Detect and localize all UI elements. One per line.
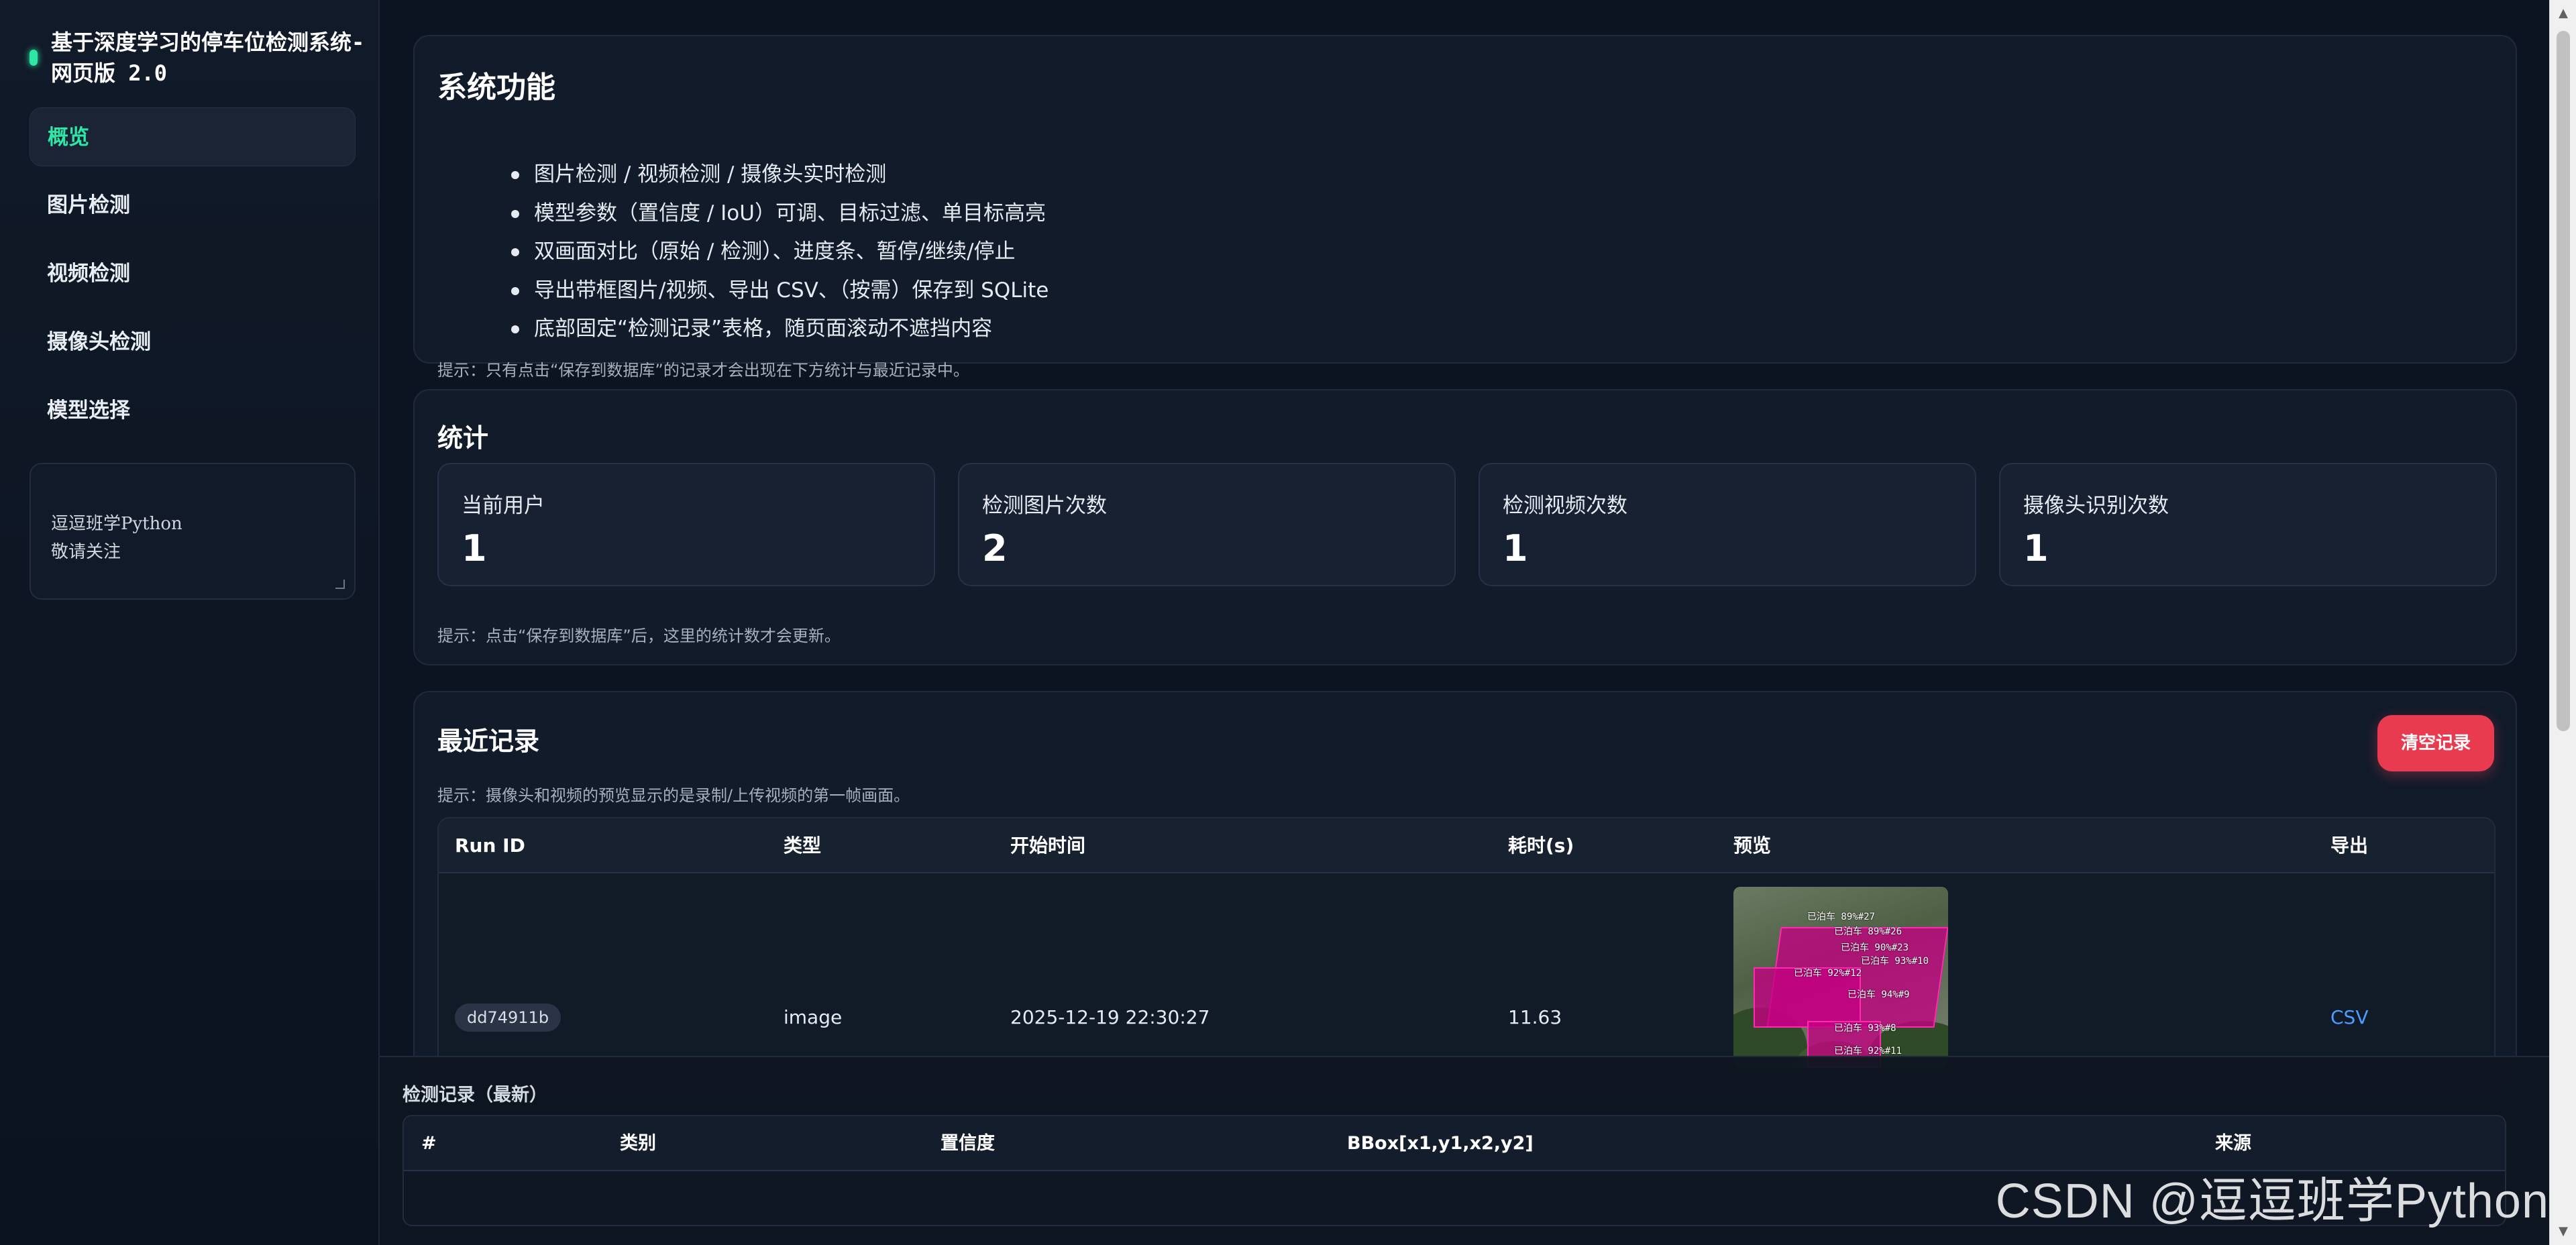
col-start-time[interactable]: 开始时间: [1010, 818, 1085, 873]
recent-hint: 提示：摄像头和视频的预览显示的是录制/上传视频的第一帧画面。: [437, 786, 910, 805]
preview-label: 已泊车 93%#10: [1861, 956, 1929, 967]
col-type[interactable]: 类型: [784, 818, 821, 873]
preview-label: 已泊车 89%#26: [1834, 926, 1902, 937]
stat-label: 摄像头识别次数: [2023, 494, 2169, 518]
page-scrollbar[interactable]: ▲ ▼: [2549, 0, 2576, 1245]
col-duration[interactable]: 耗时(s): [1508, 818, 1574, 873]
main-content: 系统功能 图片检测 / 视频检测 / 摄像头实时检测 模型参数（置信度 / Io…: [380, 0, 2549, 1245]
app-title: 基于深度学习的停车位检测系统-网页版 2.0: [51, 30, 365, 86]
preview-label: 已泊车 94%#9: [1847, 989, 1910, 1000]
preview-label: 已泊车 93%#8: [1834, 1023, 1896, 1034]
col-export[interactable]: 导出: [2330, 818, 2368, 873]
features-hint: 提示：只有点击“保存到数据库”的记录才会出现在下方统计与最近记录中。: [437, 361, 969, 380]
run-id-badge: dd74911b: [455, 1004, 561, 1032]
col-confidence[interactable]: 置信度: [941, 1116, 995, 1171]
run-duration: 11.63: [1508, 1006, 1562, 1028]
sidebar-item-camera-detect[interactable]: 摄像头检测: [30, 313, 356, 372]
feature-item: 双画面对比（原始 / 检测）、进度条、暂停/继续/停止: [511, 233, 1049, 272]
sidebar: 基于深度学习的停车位检测系统-网页版 2.0 概览 图片检测 视频检测 摄像头检…: [0, 0, 380, 1245]
features-card: 系统功能 图片检测 / 视频检测 / 摄像头实时检测 模型参数（置信度 / Io…: [413, 35, 2517, 380]
feature-item: 模型参数（置信度 / IoU）可调、目标过滤、单目标高亮: [511, 195, 1049, 233]
stat-label: 当前用户: [462, 494, 545, 518]
preview-label: 已泊车 90%#23: [1841, 942, 1909, 953]
stat-label: 检测图片次数: [982, 494, 1107, 518]
col-preview[interactable]: 预览: [1733, 818, 1771, 873]
recent-card: 最近记录 清空记录 提示：摄像头和视频的预览显示的是录制/上传视频的第一帧画面。…: [413, 691, 2517, 1093]
run-type: image: [784, 1006, 843, 1028]
stat-label: 检测视频次数: [1503, 494, 1627, 518]
run-start-time: 2025-12-19 22:30:27: [1010, 1006, 1210, 1028]
feature-item: 导出带框图片/视频、导出 CSV、（按需）保存到 SQLite: [511, 272, 1049, 311]
feature-item: 底部固定“检测记录”表格，随页面滚动不遮挡内容: [511, 310, 1049, 349]
stat-value: 1: [2023, 527, 2049, 570]
detections-title: 检测记录（最新）: [402, 1085, 547, 1105]
sidebar-item-image-detect[interactable]: 图片检测: [30, 176, 356, 235]
brand: 基于深度学习的停车位检测系统-网页版 2.0: [30, 27, 366, 89]
sidebar-item-overview[interactable]: 概览: [30, 107, 356, 166]
recent-title: 最近记录: [437, 726, 540, 756]
col-class[interactable]: 类别: [620, 1116, 656, 1171]
table-header: Run ID 类型 开始时间 耗时(s) 预览 导出: [439, 818, 2494, 873]
watermark: CSDN @逗逗班学Python: [1995, 1175, 2549, 1228]
runs-table: Run ID 类型 开始时间 耗时(s) 预览 导出 dd74911b imag…: [437, 817, 2496, 1092]
feature-item: 图片检测 / 视频检测 / 摄像头实时检测: [511, 156, 1049, 195]
stats-card: 统计 当前用户 1 检测图片次数 2 检测视频次数 1 摄像头识别次数 1 提示…: [413, 389, 2517, 665]
features-title: 系统功能: [437, 70, 555, 105]
col-index[interactable]: #: [421, 1116, 437, 1171]
stat-image-detections: 检测图片次数 2: [958, 463, 1456, 586]
preview-label: 已泊车 92%#11: [1834, 1046, 1902, 1057]
note-text: 逗逗班学Python 敬请关注: [51, 514, 182, 562]
note-textarea[interactable]: 逗逗班学Python 敬请关注: [30, 463, 356, 600]
sidebar-item-model-select[interactable]: 模型选择: [30, 381, 356, 440]
stat-video-detections: 检测视频次数 1: [1479, 463, 1976, 586]
stat-camera-detections: 摄像头识别次数 1: [1999, 463, 2497, 586]
preview-label: 已泊车 92%#12: [1794, 968, 1862, 979]
export-csv-link[interactable]: CSV: [2330, 1006, 2368, 1028]
sidebar-nav: 概览 图片检测 视频检测 摄像头检测 模型选择: [30, 107, 356, 449]
col-run-id[interactable]: Run ID: [455, 818, 525, 873]
scroll-up-icon[interactable]: ▲: [2550, 0, 2576, 27]
stat-value: 1: [462, 527, 487, 570]
stat-value: 1: [1503, 527, 1528, 570]
preview-thumbnail[interactable]: 已泊车 89%#27 已泊车 89%#26 已泊车 90%#23 已泊车 92%…: [1733, 887, 1948, 1068]
feature-list: 图片检测 / 视频检测 / 摄像头实时检测 模型参数（置信度 / IoU）可调、…: [511, 156, 1049, 349]
preview-label: 已泊车 89%#27: [1807, 912, 1876, 922]
scroll-down-icon[interactable]: ▼: [2550, 1218, 2576, 1245]
stats-hint: 提示：点击“保存到数据库”后，这里的统计数才会更新。: [437, 627, 841, 645]
col-bbox[interactable]: BBox[x1,y1,x2,y2]: [1347, 1116, 1534, 1171]
sidebar-item-video-detect[interactable]: 视频检测: [30, 244, 356, 303]
clear-records-button[interactable]: 清空记录: [2377, 715, 2494, 771]
scroll-thumb[interactable]: [2557, 31, 2570, 731]
stat-current-users: 当前用户 1: [437, 463, 935, 586]
status-dot-icon: [30, 50, 38, 66]
stat-value: 2: [982, 527, 1008, 570]
stats-title: 统计: [437, 423, 489, 453]
resize-grip-icon[interactable]: [335, 580, 345, 589]
